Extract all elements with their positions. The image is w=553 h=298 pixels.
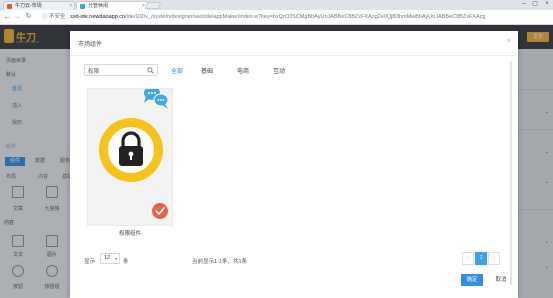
lock-icon — [99, 118, 163, 182]
search-field[interactable] — [84, 64, 158, 76]
page-size-select[interactable]: 12 ▾ — [100, 253, 120, 264]
scrollbar[interactable] — [510, 61, 512, 285]
maximize-icon[interactable]: ▢ — [530, 0, 540, 9]
browser-tab-active[interactable]: 分管休闲 × — [76, 1, 148, 10]
page-size-value: 12 — [104, 255, 111, 261]
chevron-down-icon: ▾ — [114, 256, 117, 261]
component-card[interactable] — [87, 88, 173, 226]
reload-icon[interactable]: ↻ — [24, 12, 33, 22]
page-size-unit: 条 — [123, 259, 129, 265]
browser-tab-market[interactable]: 牛刀云-市场 × — [3, 1, 75, 10]
confirm-button[interactable]: 确定 — [461, 274, 483, 286]
component-market-dialog: 市场组件 × 全部 基础 电商 互动 — [70, 31, 518, 298]
newdao-favicon-icon — [7, 4, 12, 9]
cancel-button[interactable]: 取消 — [490, 274, 512, 286]
search-input[interactable] — [88, 67, 144, 74]
next-page-button[interactable]: › — [488, 252, 500, 265]
forward-icon[interactable]: → — [13, 12, 22, 22]
back-icon[interactable]: ← — [3, 12, 12, 22]
info-icon[interactable]: ⓘ — [42, 14, 49, 20]
tab-title: 分管休闲 — [88, 3, 109, 9]
dialog-divider — [70, 55, 518, 56]
chat-bubbles-icon — [144, 89, 169, 109]
tab-all[interactable]: 全部 — [171, 66, 183, 75]
url-input[interactable]: ⓘ 不安全 | ssd-ide.newdaoapp.cn/ide/Ul2/v_/… — [40, 12, 545, 23]
tab-ecommerce[interactable]: 电商 — [237, 66, 249, 75]
minimize-icon[interactable]: – — [519, 0, 529, 9]
search-icon[interactable] — [147, 67, 154, 74]
page-button-1[interactable]: 1 — [475, 252, 487, 265]
url-path: /ide/Ul2/v_/system/designer/webIde/appMa… — [125, 14, 486, 20]
window-close-icon[interactable]: × — [542, 0, 552, 9]
close-icon[interactable]: × — [507, 38, 511, 45]
new-tab-button[interactable] — [144, 2, 162, 9]
component-card-label: 权限组件 — [118, 231, 141, 237]
page-favicon-icon — [80, 4, 85, 9]
tab-title: 牛刀云-市场 — [15, 3, 42, 9]
address-bar: ← → ↻ ⓘ 不安全 | ssd-ide.newdaoapp.cn/ide/U… — [0, 10, 553, 25]
security-label: 不安全 — [49, 14, 66, 20]
close-icon[interactable]: × — [69, 2, 72, 10]
page-size-label: 显示 — [84, 259, 96, 265]
tab-interactive[interactable]: 互动 — [273, 66, 285, 75]
dialog-title: 市场组件 — [78, 42, 103, 48]
permission-component-thumbnail — [99, 89, 169, 219]
prev-page-button[interactable]: ‹ — [462, 252, 474, 265]
browser-tabbar: 牛刀云-市场 × 分管休闲 × – ▢ × — [0, 0, 553, 10]
pagination-info: 当前显示1-1条，共1条 — [192, 259, 248, 265]
checkmark-badge-icon — [152, 203, 168, 219]
url-host: ssd-ide.newdaoapp.cn — [70, 14, 126, 20]
tab-basic[interactable]: 基础 — [201, 66, 213, 75]
